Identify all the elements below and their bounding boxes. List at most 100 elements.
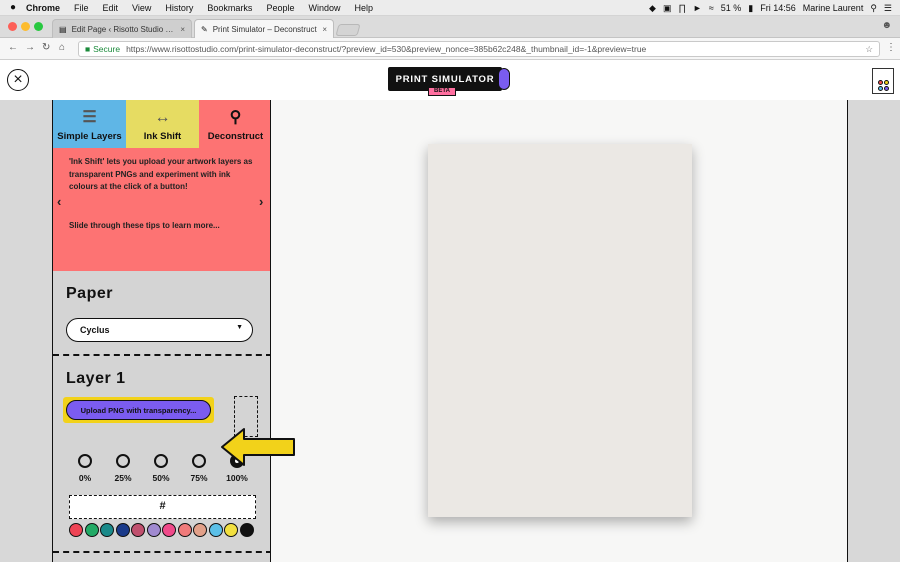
color-swatch[interactable] — [224, 523, 238, 537]
user-name[interactable]: Marine Laurent — [803, 3, 864, 13]
magnifier-icon: ⚲ — [229, 109, 242, 126]
forward-arrow-icon[interactable]: → — [25, 42, 35, 53]
dashed-divider — [53, 354, 270, 356]
preview-canvas — [271, 100, 848, 562]
window-close-button[interactable] — [8, 22, 17, 31]
paper-title: Paper — [66, 285, 113, 302]
tip-text: 'Ink Shift' lets you upload your artwork… — [69, 157, 253, 191]
tab-ink-shift[interactable]: ↔ Ink Shift — [126, 100, 199, 148]
ink-color-swatches — [69, 523, 259, 538]
page-icon: ✎ — [201, 24, 208, 34]
upload-button-label: Upload PNG with transparency... — [66, 400, 211, 420]
left-margin — [0, 100, 52, 562]
opacity-option-75[interactable]: 75% — [186, 454, 212, 483]
menu-history[interactable]: History — [165, 3, 193, 13]
chevron-down-icon: ▼ — [236, 324, 243, 331]
url-text: https://www.risottostudio.com/print-simu… — [126, 44, 647, 54]
back-arrow-icon[interactable]: ← — [8, 42, 18, 53]
profile-icon[interactable]: ☻ — [881, 20, 892, 31]
browser-tab-bar: ▤ Edit Page ‹ Risotto Studio — V × ✎ Pri… — [0, 16, 900, 38]
tab-close-icon[interactable]: × — [322, 25, 327, 34]
tab-simple-layers[interactable]: ☰ Simple Layers — [53, 100, 126, 148]
apple-logo-icon[interactable]: ● — [0, 2, 26, 13]
close-icon[interactable]: × — [7, 69, 29, 91]
paper-select[interactable]: Cyclus ▼ — [66, 318, 253, 342]
volume-icon[interactable]: ► — [693, 3, 702, 13]
workspace: ☰ Simple Layers ↔ Ink Shift ⚲ Deconstruc… — [0, 100, 900, 562]
chrome-menu-icon[interactable]: ⋮ — [886, 42, 896, 53]
swatch-file-icon[interactable] — [872, 68, 894, 94]
browser-tab-print-simulator[interactable]: ✎ Print Simulator – Deconstruct × — [194, 19, 334, 38]
color-swatch[interactable] — [100, 523, 114, 537]
window-minimize-button[interactable] — [21, 22, 30, 31]
opacity-option-50[interactable]: 50% — [148, 454, 174, 483]
print-simulator-logo: PRINT SIMULATOR BETA — [388, 67, 512, 96]
battery-icon[interactable]: ▮ — [748, 3, 753, 14]
document-icon: ▤ — [59, 24, 67, 34]
dropbox-icon[interactable]: ◆ — [649, 3, 656, 14]
arrow-left-icon — [221, 428, 295, 466]
lock-icon: ■ — [85, 44, 91, 54]
upload-png-button[interactable]: Upload PNG with transparency... — [63, 397, 214, 423]
app-header: × PRINT SIMULATOR BETA — [0, 60, 900, 100]
controls-sidebar: ☰ Simple Layers ↔ Ink Shift ⚲ Deconstruc… — [52, 100, 271, 562]
bluetooth-icon[interactable]: ∏ — [678, 3, 685, 13]
color-swatch[interactable] — [84, 523, 99, 537]
new-tab-button[interactable] — [335, 24, 361, 36]
color-swatch[interactable] — [69, 523, 83, 537]
bookmark-star-icon[interactable]: ☆ — [865, 44, 873, 55]
tab-label: Simple Layers — [57, 131, 122, 142]
spotlight-search-icon[interactable]: ⚲ — [870, 3, 877, 14]
dashed-divider — [53, 551, 270, 553]
wifi-icon[interactable]: ≈ — [709, 3, 714, 13]
beta-badge: BETA — [428, 87, 456, 96]
macos-menubar: ● Chrome File Edit View History Bookmark… — [0, 0, 900, 16]
menu-help[interactable]: Help — [354, 3, 373, 13]
tab-title: Print Simulator – Deconstruct — [212, 24, 317, 34]
tab-label: Deconstruct — [207, 131, 264, 142]
menu-view[interactable]: View — [132, 3, 151, 13]
right-margin — [848, 100, 900, 562]
color-swatch[interactable] — [208, 523, 223, 537]
clock[interactable]: Fri 14:56 — [760, 3, 796, 13]
window-zoom-button[interactable] — [34, 22, 43, 31]
paper-select-value: Cyclus — [80, 325, 110, 335]
color-swatch[interactable] — [162, 523, 176, 537]
mode-tabs: ☰ Simple Layers ↔ Ink Shift ⚲ Deconstruc… — [53, 100, 270, 148]
reload-icon[interactable]: ↻ — [42, 42, 50, 53]
address-bar[interactable]: ■ Secure https://www.risottostudio.com/p… — [78, 41, 880, 57]
chevron-left-icon[interactable]: ‹ — [57, 195, 61, 209]
tab-title: Edit Page ‹ Risotto Studio — V — [71, 24, 176, 34]
tips-carousel: 'Ink Shift' lets you upload your artwork… — [53, 148, 270, 271]
home-icon[interactable]: ⌂ — [59, 42, 65, 53]
menu-file[interactable]: File — [74, 3, 89, 13]
browser-toolbar: ← → ↻ ⌂ ■ Secure https://www.risottostud… — [0, 38, 900, 60]
tab-close-icon[interactable]: × — [180, 25, 185, 34]
hex-color-input[interactable]: # — [69, 495, 256, 519]
opacity-option-0[interactable]: 0% — [72, 454, 98, 483]
opacity-option-25[interactable]: 25% — [110, 454, 136, 483]
tab-label: Ink Shift — [143, 131, 182, 142]
menu-bookmarks[interactable]: Bookmarks — [207, 3, 252, 13]
color-swatch[interactable] — [131, 523, 145, 537]
color-swatch[interactable] — [239, 523, 254, 537]
menu-window[interactable]: Window — [308, 3, 340, 13]
chevron-right-icon[interactable]: › — [259, 195, 263, 209]
menu-edit[interactable]: Edit — [103, 3, 119, 13]
browser-tab-edit-page[interactable]: ▤ Edit Page ‹ Risotto Studio — V × — [52, 19, 192, 38]
color-swatch[interactable] — [146, 523, 161, 537]
menu-chrome[interactable]: Chrome — [26, 3, 60, 13]
paper-preview[interactable] — [428, 144, 692, 517]
status-icon[interactable]: ▣ — [663, 3, 672, 14]
battery-percent: 51 % — [720, 3, 742, 13]
notification-center-icon[interactable]: ☰ — [884, 3, 892, 14]
menu-people[interactable]: People — [266, 3, 294, 13]
tab-deconstruct[interactable]: ⚲ Deconstruct — [199, 100, 270, 148]
color-swatch[interactable] — [177, 523, 192, 537]
tip-hint: Slide through these tips to learn more..… — [69, 221, 220, 230]
ink-drop-icon: ↔ — [154, 109, 171, 126]
color-swatch[interactable] — [115, 523, 130, 537]
ink-roller-icon — [498, 68, 510, 90]
layers-icon: ☰ — [82, 109, 97, 126]
color-swatch[interactable] — [193, 523, 207, 537]
